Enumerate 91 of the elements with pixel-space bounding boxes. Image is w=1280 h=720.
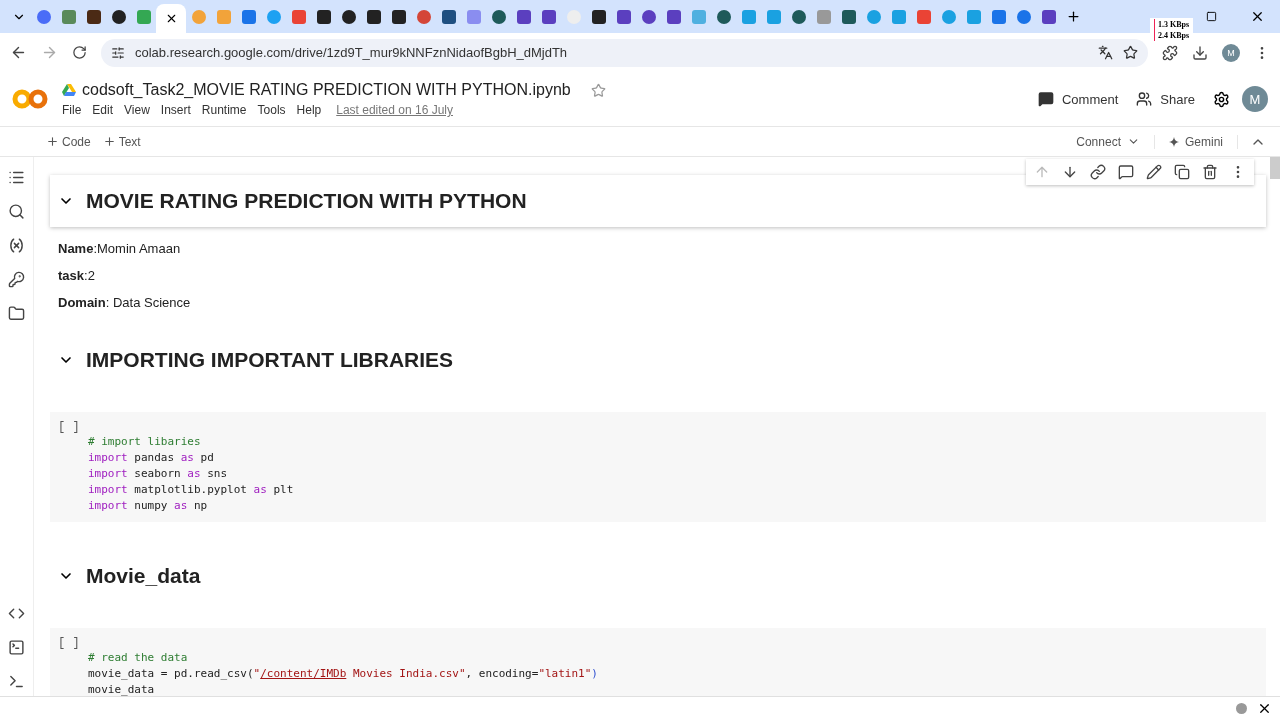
- code-line: import seaborn as sns: [88, 466, 229, 482]
- download-icon[interactable]: [1192, 44, 1208, 61]
- status-dot: [1236, 703, 1247, 714]
- menu-item[interactable]: Help: [296, 103, 322, 117]
- code-cell[interactable]: [ ] # import libaries import pandas as pd import seaborn as sns import matplotlib.pyplot as plt import numpy as np: [50, 412, 1266, 522]
- section-heading: MOVIE RATING PREDICTION WITH PYTHON: [86, 189, 527, 213]
- run-prompt[interactable]: [ ]: [58, 636, 1260, 650]
- speed-reading: 1.3 KBps: [1154, 19, 1190, 30]
- plus-icon: [102, 135, 116, 148]
- secrets-key-icon[interactable]: [8, 271, 25, 288]
- tab-favicon[interactable]: [666, 9, 681, 24]
- account-avatar[interactable]: M: [1242, 86, 1268, 112]
- tab-favicon[interactable]: [111, 9, 126, 24]
- tab-favicon[interactable]: [86, 9, 101, 24]
- command-palette-icon[interactable]: [8, 639, 25, 656]
- link-icon[interactable]: [1090, 164, 1106, 180]
- tab-favicon[interactable]: [316, 9, 331, 24]
- settings-icon[interactable]: [1213, 90, 1230, 108]
- search-icon[interactable]: [8, 203, 25, 220]
- section-heading: Movie_data: [86, 564, 201, 588]
- section-heading: IMPORTING IMPORTANT LIBRARIES: [86, 348, 454, 372]
- tab-favicon[interactable]: [616, 9, 631, 24]
- star-icon[interactable]: [590, 82, 606, 98]
- translate-icon[interactable]: [1098, 45, 1113, 60]
- restore-icon[interactable]: [1205, 11, 1217, 22]
- reload-icon[interactable]: [72, 45, 87, 60]
- text-line: task:2: [58, 268, 96, 283]
- tab-favicon[interactable]: [716, 9, 731, 24]
- scrollbar-thumb[interactable]: [1270, 157, 1280, 179]
- notebook-title[interactable]: codsoft_Task2_MOVIE RATING PREDICTION WITH PYTHON.ipynb: [82, 81, 571, 99]
- tab-favicon[interactable]: [1041, 9, 1056, 24]
- tab-favicon[interactable]: [516, 9, 531, 24]
- gemini-button[interactable]: Gemini: [1155, 134, 1238, 149]
- back-icon[interactable]: [10, 44, 27, 61]
- tab-favicon[interactable]: [591, 9, 606, 24]
- tab-favicon[interactable]: [391, 9, 406, 24]
- edit-icon[interactable]: [1146, 164, 1162, 180]
- url-text: colab.research.google.com/drive/1zd9T_mur9kNNFznNidaofBgbH_dMjdTh: [135, 45, 569, 60]
- comment-button[interactable]: Comment: [1037, 91, 1119, 107]
- menu-item[interactable]: View: [124, 103, 150, 117]
- plus-icon: [46, 135, 59, 148]
- tab-favicon[interactable]: [491, 9, 506, 24]
- move-down-icon[interactable]: [1062, 164, 1078, 180]
- text-line: Name:Momin Amaan: [58, 241, 182, 256]
- tab-favicon[interactable]: [541, 9, 556, 24]
- last-edited-link[interactable]: Last edited on 16 July: [336, 103, 453, 117]
- close-icon[interactable]: [1257, 701, 1272, 716]
- terminal-icon[interactable]: [8, 673, 25, 690]
- table-of-contents-icon[interactable]: [8, 169, 25, 186]
- people-icon: [1136, 91, 1153, 107]
- menu-item[interactable]: Edit: [92, 103, 114, 117]
- code-line: movie_data = pd.read_csv("/content/IMDb Movies India.csv", encoding="latin1"): [88, 666, 599, 682]
- extensions-icon[interactable]: [1162, 44, 1178, 61]
- code-line: import pandas as pd: [88, 450, 215, 466]
- tab-favicon[interactable]: [791, 9, 806, 24]
- colab-logo: [12, 87, 48, 111]
- delete-icon[interactable]: [1202, 164, 1218, 180]
- code-line: # read the data: [88, 650, 189, 666]
- code-line: movie_data: [88, 682, 156, 696]
- drive-icon: [62, 84, 76, 96]
- add-cell-button[interactable]: Code: [46, 134, 91, 149]
- menu-item[interactable]: File: [62, 103, 82, 117]
- tab-favicon[interactable]: [341, 9, 356, 24]
- code-line: import matplotlib.pyplot as plt: [88, 482, 295, 498]
- site-info-icon[interactable]: [111, 45, 125, 60]
- comment-icon: [1037, 91, 1054, 107]
- code-line: import numpy as np: [88, 498, 209, 514]
- text-line: Domain: Data Science: [58, 295, 192, 310]
- mirror-cell-icon[interactable]: [1174, 164, 1190, 180]
- code-cell[interactable]: [ ] # read the data movie_data = pd.read_csv("/content/IMDb Movies India.csv", encoding="latin1") movie_data: [50, 628, 1266, 696]
- new-tab-icon[interactable]: [1066, 9, 1081, 24]
- menu-item[interactable]: Runtime: [201, 103, 247, 117]
- tab-favicon[interactable]: [841, 9, 856, 24]
- connect-button[interactable]: Connect: [1062, 134, 1155, 149]
- menu-item[interactable]: Tools: [257, 103, 286, 117]
- address-bar[interactable]: colab.research.google.com/drive/1zd9T_mur9kNNFznNidaofBgbH_dMjdTh: [101, 38, 1148, 67]
- menu-item[interactable]: Insert: [160, 103, 191, 117]
- comment-icon[interactable]: [1118, 164, 1134, 180]
- sparkle-icon: [1169, 136, 1179, 147]
- run-prompt[interactable]: [ ]: [58, 420, 1260, 434]
- bookmark-star-icon[interactable]: [1123, 45, 1138, 60]
- add-cell-button[interactable]: Text: [102, 134, 141, 149]
- speed-reading: 2.4 KBps: [1154, 30, 1190, 41]
- files-folder-icon[interactable]: [8, 305, 25, 322]
- tab-favicon[interactable]: [441, 9, 456, 24]
- code-line: # import libaries: [88, 434, 202, 450]
- tab-favicon[interactable]: [366, 9, 381, 24]
- tab-favicon[interactable]: [641, 9, 656, 24]
- profile-avatar[interactable]: M: [1222, 43, 1240, 62]
- variables-icon[interactable]: [8, 237, 25, 254]
- share-button[interactable]: Share: [1136, 91, 1195, 107]
